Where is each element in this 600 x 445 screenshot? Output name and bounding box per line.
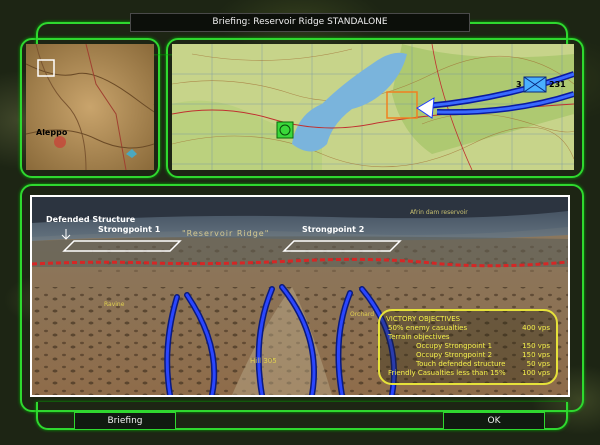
city-label: Aleppo <box>36 128 68 137</box>
objective-value: 100 vps <box>522 369 550 377</box>
objective-label: Terrain objectives <box>388 333 450 341</box>
objective-value: 150 vps <box>522 351 550 359</box>
ridge-label: "Reservoir Ridge" <box>182 229 270 238</box>
objective-label: Occupy Strongpoint 2 <box>416 351 493 359</box>
reservoir-label: Afrin dam reservoir <box>410 209 468 216</box>
hill-label: Hill 305 <box>250 357 277 365</box>
ravine-label: Ravine <box>104 301 125 308</box>
topo-map-panel[interactable]: 3 231 <box>172 44 574 170</box>
friendly-unit-marker[interactable] <box>276 121 294 139</box>
orchard-label: Orchard <box>350 311 375 318</box>
objective-label: 50% enemy casualties <box>388 324 468 332</box>
objective-row: Touch defended structure 50 vps <box>386 360 550 369</box>
objective-row: Occupy Strongpoint 1 150 vps <box>386 342 550 351</box>
briefing-button[interactable]: Briefing <box>74 412 176 430</box>
unit-number-left: 3 <box>516 80 522 89</box>
strongpoint1-label: Strongpoint 1 <box>98 225 161 234</box>
unit-number-right: 231 <box>549 80 566 89</box>
objective-label: Touch defended structure <box>416 360 506 368</box>
window-title: Briefing: Reservoir Ridge STANDALONE <box>130 13 470 32</box>
objective-row: Terrain objectives <box>386 333 550 342</box>
objective-label: Friendly Casualties less than 15% <box>388 369 506 377</box>
victory-objectives-panel: VICTORY OBJECTIVES 50% enemy casualties 4… <box>378 309 558 385</box>
objective-row: 50% enemy casualties 400 vps <box>386 324 550 333</box>
objective-row: Occupy Strongpoint 2 150 vps <box>386 351 550 360</box>
objectives-title: VICTORY OBJECTIVES <box>386 315 461 323</box>
defended-structure-label: Defended Structure <box>46 215 136 224</box>
objective-row: Friendly Casualties less than 15% 100 vps <box>386 369 550 378</box>
ok-button[interactable]: OK <box>443 412 545 430</box>
strongpoint2-label: Strongpoint 2 <box>302 225 365 234</box>
minimap-panel[interactable]: Aleppo <box>26 44 154 170</box>
topo-map-svg <box>172 44 574 170</box>
minimap-svg <box>26 44 154 170</box>
objective-value: 150 vps <box>522 342 550 350</box>
objective-value: 50 vps <box>526 360 550 368</box>
objective-value: 400 vps <box>522 324 550 332</box>
objective-label: Occupy Strongpoint 1 <box>416 342 493 350</box>
